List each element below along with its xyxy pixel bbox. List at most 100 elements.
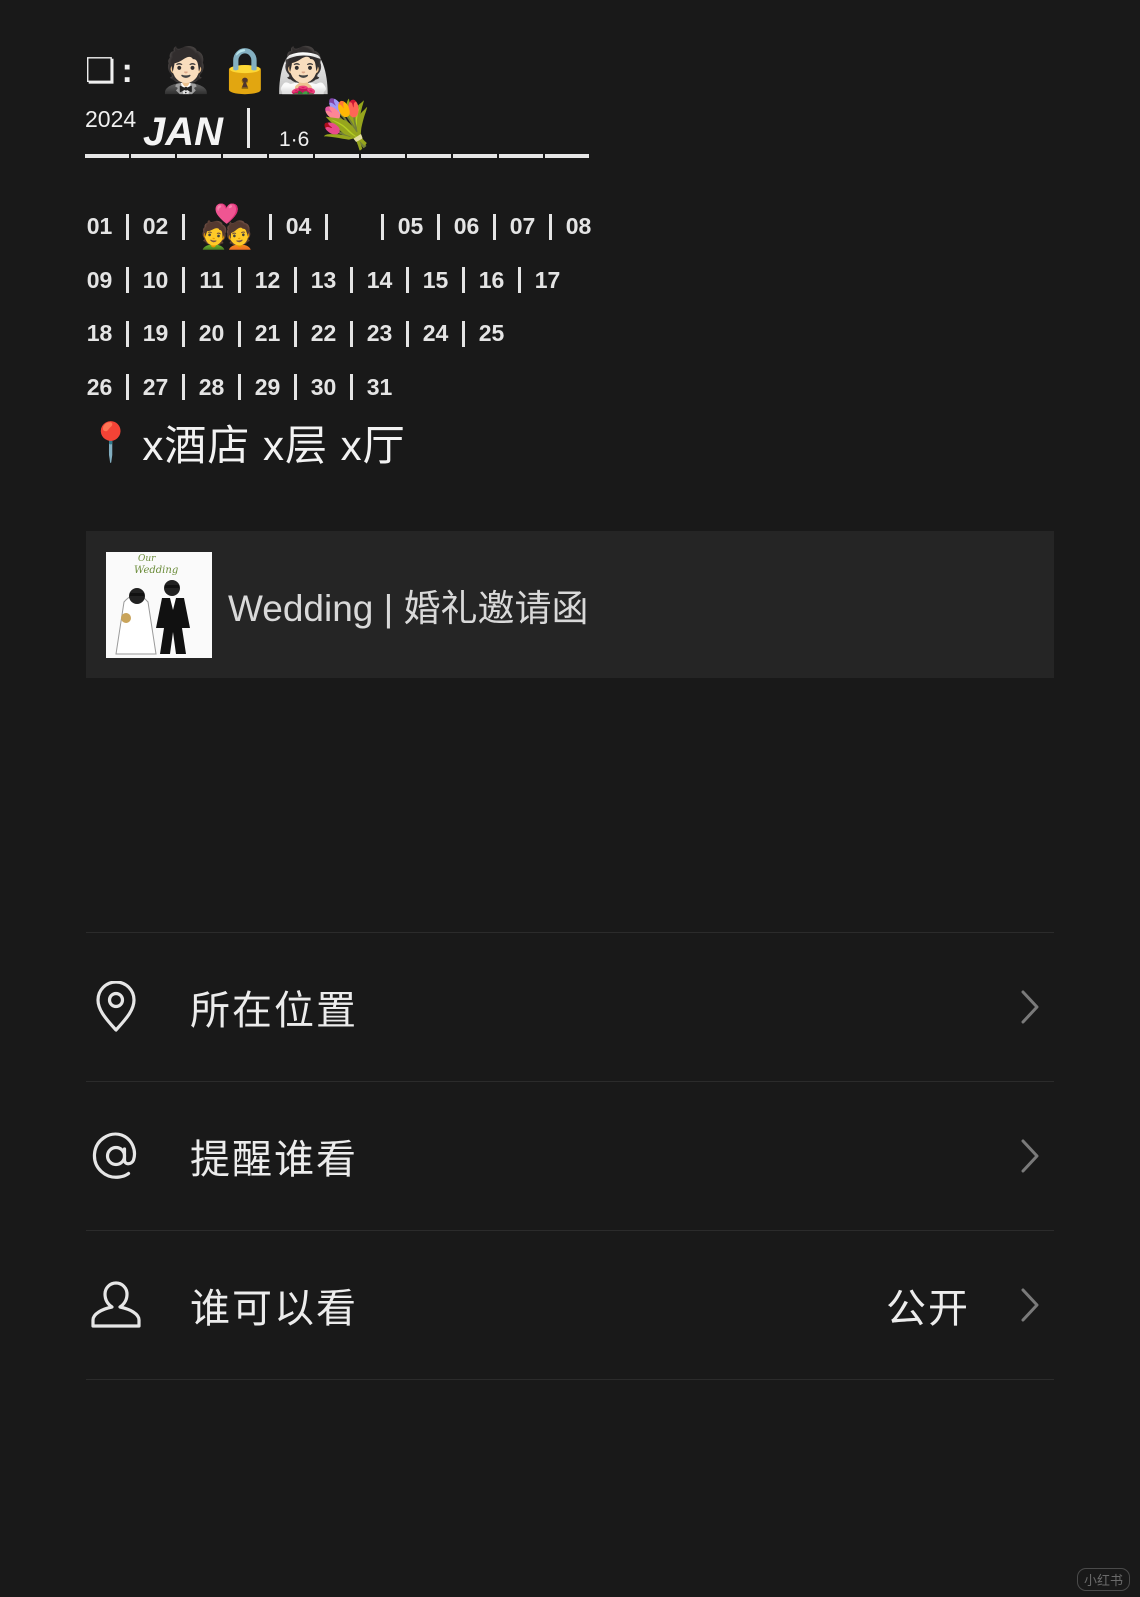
share-link-card[interactable]: Our Wedding Wedding | 婚礼邀请函 <box>86 531 1054 678</box>
bride-emoji: 👰🏻 <box>276 46 332 95</box>
menu-item-visibility[interactable]: 谁可以看 公开 <box>86 1231 1054 1379</box>
day-separator <box>238 267 241 294</box>
day-separator <box>325 213 328 240</box>
calendar-day: 17 <box>534 266 561 293</box>
day-separator <box>126 213 129 240</box>
day-separator <box>549 213 552 240</box>
calendar-day: 07 <box>509 213 536 240</box>
at-sign-icon <box>86 1126 146 1186</box>
day-separator <box>269 213 272 240</box>
chevron-right-icon <box>1021 1288 1039 1322</box>
day-separator <box>350 267 353 294</box>
day-separator <box>182 320 185 347</box>
calendar-row: 09 10 11 12 13 14 15 16 17 <box>85 254 593 308</box>
calendar-day: 23 <box>366 320 393 347</box>
menu-label: 谁可以看 <box>190 1287 358 1331</box>
calendar-day: 08 <box>565 213 592 240</box>
day-separator <box>518 267 521 294</box>
calendar-day: 01 <box>86 213 113 240</box>
menu-label: 提醒谁看 <box>190 1138 358 1182</box>
day-separator <box>406 320 409 347</box>
calendar-day: 13 <box>310 266 337 293</box>
thumb-our: Our <box>138 554 156 564</box>
visibility-value: 公开 <box>886 1287 970 1331</box>
menu-item-location[interactable]: 所在位置 <box>86 933 1054 1081</box>
day-separator <box>294 267 297 294</box>
calendar-day: 31 <box>366 373 393 400</box>
day-separator <box>182 374 185 401</box>
wedding-thumbnail: Our Wedding <box>106 551 212 658</box>
calendar-row: 26 27 28 29 30 31 <box>85 361 593 415</box>
title-line: ❏ : 🤵🏻 🔒 👰🏻 <box>85 40 645 102</box>
chevron-right-icon <box>1021 1139 1039 1173</box>
couple-emoji: 💑 <box>200 202 254 250</box>
calendar-day: 20 <box>198 320 225 347</box>
calendar-day: 27 <box>142 373 169 400</box>
calendar-day: 26 <box>86 373 113 400</box>
underline-rule <box>85 154 591 158</box>
calendar-day: 11 <box>199 266 224 293</box>
calendar-day: 02 <box>142 213 169 240</box>
pushpin-emoji: 📍 <box>87 421 135 464</box>
watermark: 小红书 <box>1076 1568 1130 1591</box>
calendar-day: 14 <box>366 266 393 293</box>
day-separator <box>462 320 465 347</box>
calendar-day: 06 <box>453 213 480 240</box>
location-line: 📍 x酒店 x层 x厅 <box>87 412 406 473</box>
bouquet-emoji: 💐 <box>317 98 375 150</box>
calendar-day: 09 <box>86 266 113 293</box>
calendar-day: 25 <box>478 320 505 347</box>
day-separator <box>294 320 297 347</box>
location-text: x酒店 x层 x厅 <box>142 422 406 469</box>
day-separator <box>406 267 409 294</box>
calendar-day: 18 <box>86 320 113 347</box>
divider-bar <box>247 108 250 148</box>
calendar-day: 04 <box>285 213 312 240</box>
groom-emoji: 🤵🏻 <box>158 46 214 95</box>
settings-menu: 所在位置 提醒谁看 谁可以看 公开 <box>86 932 1054 1380</box>
calendar-day: 24 <box>422 320 449 347</box>
calendar-day: 10 <box>142 266 169 293</box>
calendar-day: 29 <box>254 373 281 400</box>
day-separator <box>294 374 297 401</box>
menu-divider <box>86 1379 1054 1380</box>
year-text: 2024 <box>85 106 137 132</box>
calendar-day: 22 <box>310 320 337 347</box>
lock-emoji: 🔒 <box>217 46 273 95</box>
day-separator <box>350 320 353 347</box>
menu-label: 所在位置 <box>190 989 358 1033</box>
calendar-day: 16 <box>478 266 505 293</box>
colon: : <box>121 51 133 90</box>
day-separator <box>493 213 496 240</box>
day-separator <box>350 374 353 401</box>
calendar-day: 05 <box>397 213 424 240</box>
thumb-wedding: Wedding <box>134 565 178 576</box>
day-separator <box>437 213 440 240</box>
day-separator <box>182 267 185 294</box>
chevron-right-icon <box>1021 990 1039 1024</box>
date-line: 2024 JAN 1·6 💐 <box>85 98 645 160</box>
calendar-day: 28 <box>198 373 225 400</box>
menu-item-remind[interactable]: 提醒谁看 <box>86 1082 1054 1230</box>
day-separator <box>126 267 129 294</box>
day-separator <box>462 267 465 294</box>
calendar-day: 30 <box>310 373 337 400</box>
day-separator <box>238 320 241 347</box>
calendar-row: 18 19 20 21 22 23 24 25 <box>85 307 593 361</box>
calendar-grid: 01 02 💑 04 05 06 07 08 09 10 11 12 13 14 15 16 17 18 19 20 2… <box>85 200 593 414</box>
day-separator <box>182 213 185 240</box>
calendar-day: 12 <box>254 266 281 293</box>
calendar-day: 19 <box>142 320 169 347</box>
day-separator <box>126 320 129 347</box>
day-separator <box>381 213 384 240</box>
post-text[interactable]: ❏ : 🤵🏻 🔒 👰🏻 2024 JAN 1·6 💐 01 02 💑 04 05 06 07… <box>85 40 645 469</box>
date-text: 1·6 <box>279 128 310 151</box>
square-glyph: ❏ <box>85 52 116 90</box>
day-separator <box>126 374 129 401</box>
month-text: JAN <box>143 110 224 154</box>
calendar-row: 01 02 💑 04 05 06 07 08 <box>85 200 593 254</box>
calendar-day: 15 <box>422 266 449 293</box>
day-separator <box>238 374 241 401</box>
person-icon <box>86 1275 146 1335</box>
location-pin-icon <box>86 977 146 1037</box>
